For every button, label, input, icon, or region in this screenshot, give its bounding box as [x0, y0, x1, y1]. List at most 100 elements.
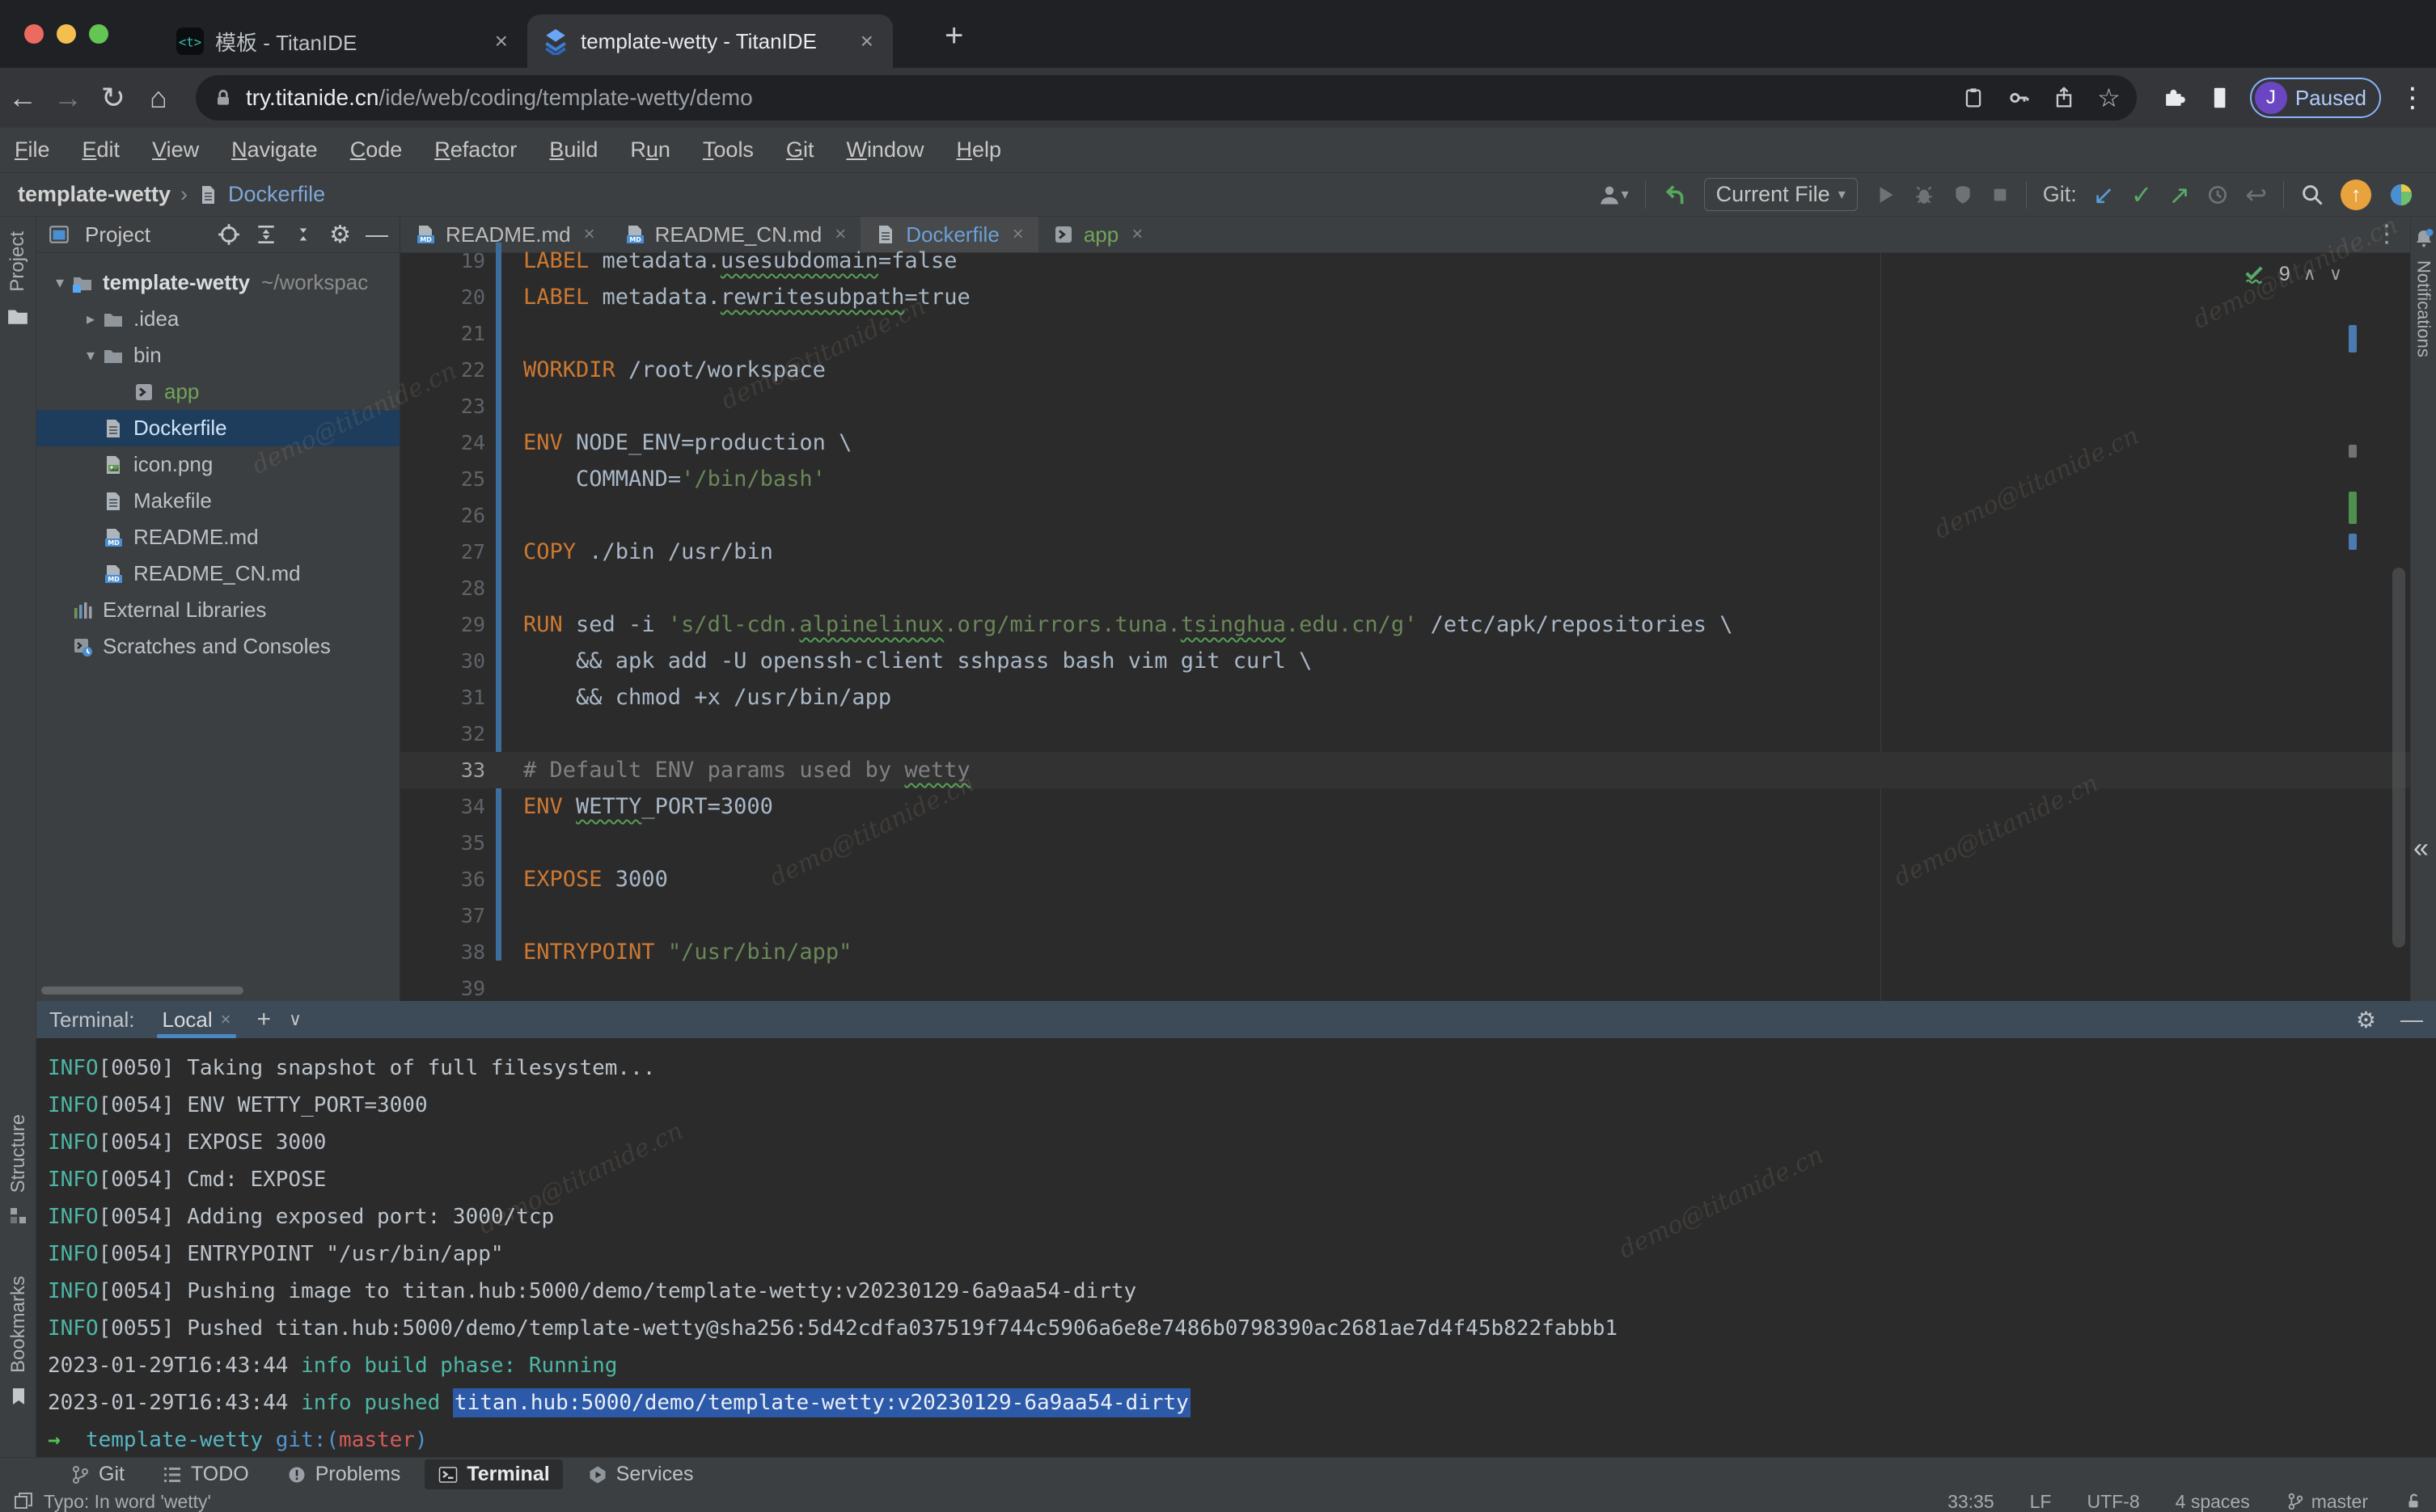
breadcrumb-project[interactable]: template-wetty — [18, 182, 171, 207]
tool-window-button-git[interactable]: Git — [57, 1459, 137, 1489]
password-key-icon[interactable] — [2007, 86, 2031, 110]
browser-tab[interactable]: template-wetty - TitanIDE× — [527, 15, 893, 68]
code-line[interactable]: 32 — [400, 716, 2410, 752]
tool-window-button-terminal[interactable]: Terminal — [425, 1459, 562, 1489]
breadcrumb-file[interactable]: Dockerfile — [228, 182, 325, 207]
menu-tools[interactable]: Tools — [703, 137, 754, 163]
code-line[interactable]: 23 — [400, 388, 2410, 424]
bookmark-star-icon[interactable]: ☆ — [2097, 82, 2121, 113]
extensions-puzzle-icon[interactable] — [2161, 85, 2187, 111]
file-encoding[interactable]: UTF-8 — [2087, 1491, 2139, 1512]
ide-sphere-icon[interactable] — [2387, 181, 2415, 209]
tool-window-button-todo[interactable]: TODO — [149, 1459, 262, 1489]
close-tab-icon[interactable]: × — [856, 28, 878, 54]
next-problem-icon[interactable]: ∨ — [2329, 264, 2342, 285]
tree-item-readme-cn-md[interactable]: MDREADME_CN.md — [36, 555, 400, 592]
code-line[interactable]: 28 — [400, 570, 2410, 606]
git-branch-widget[interactable]: master — [2286, 1491, 2368, 1512]
notifications-label[interactable]: Notifications — [2413, 260, 2434, 357]
locate-file-icon[interactable] — [218, 223, 240, 246]
code-line[interactable]: 29RUN sed -i 's/dl-cdn.alpinelinux.org/m… — [400, 606, 2410, 643]
chevron-down-icon[interactable]: ▾ — [48, 272, 72, 293]
git-push-icon[interactable]: ↗ — [2168, 179, 2190, 210]
code-line[interactable]: 22WORKDIR /root/workspace — [400, 352, 2410, 388]
editor-scrollbar[interactable] — [2392, 568, 2405, 948]
run-configuration-select[interactable]: Current File▾ — [1704, 178, 1858, 211]
coverage-icon[interactable] — [1952, 184, 1974, 206]
code-line[interactable]: 36EXPOSE 3000 — [400, 861, 2410, 897]
prev-problem-icon[interactable]: ∧ — [2303, 264, 2316, 285]
code-line[interactable]: 24ENV NODE_ENV=production \ — [400, 424, 2410, 461]
new-terminal-session-icon[interactable]: + — [257, 1006, 272, 1033]
tree-item-bin[interactable]: ▾bin — [36, 337, 400, 374]
home-button[interactable]: ⌂ — [136, 81, 181, 115]
url-bar[interactable]: try.titanide.cn/ide/web/coding/template-… — [196, 75, 2137, 120]
error-stripe-mark[interactable] — [2349, 325, 2357, 353]
minimize-window-button[interactable] — [57, 24, 76, 44]
unlock-icon[interactable] — [2404, 1492, 2423, 1511]
terminal-dropdown-icon[interactable]: ∨ — [289, 1009, 302, 1030]
project-tool-button[interactable]: Project — [0, 231, 36, 327]
tree-item-icon-png[interactable]: icon.png — [36, 446, 400, 483]
code-line[interactable]: 34ENV WETTY_PORT=3000 — [400, 788, 2410, 825]
editor-body[interactable]: 19LABEL metadata.usesubdomain=false20LAB… — [400, 252, 2410, 1001]
code-line[interactable]: 33# Default ENV params used by wetty — [400, 752, 2410, 788]
chevron-down-icon[interactable]: ▾ — [78, 345, 103, 365]
share-icon[interactable] — [2052, 86, 2076, 110]
terminal-output[interactable]: INFO[0050] Taking snapshot of full files… — [36, 1038, 2436, 1459]
code-line[interactable]: 26 — [400, 497, 2410, 534]
expand-all-icon[interactable] — [255, 223, 277, 246]
tree-item-template-wetty[interactable]: ▾template-wetty~/workspac — [36, 264, 400, 301]
line-ending[interactable]: LF — [2030, 1491, 2052, 1512]
git-commit-icon[interactable]: ✓ — [2131, 179, 2153, 210]
browser-tab[interactable]: <t>模板 - TitanIDE× — [162, 15, 527, 68]
browser-menu-icon[interactable]: ⋮ — [2399, 82, 2426, 114]
debug-bug-icon[interactable] — [1913, 184, 1935, 206]
close-window-button[interactable] — [24, 24, 44, 44]
code-line[interactable]: 38ENTRYPOINT "/usr/bin/app" — [400, 934, 2410, 970]
clipboard-icon[interactable] — [1961, 86, 1986, 110]
menu-navigate[interactable]: Navigate — [231, 137, 318, 163]
code-line[interactable]: 39 — [400, 970, 2410, 1001]
side-panel-icon[interactable] — [2206, 85, 2232, 111]
hide-terminal-icon[interactable]: — — [2400, 1007, 2423, 1033]
rollback-arrow-icon[interactable] — [1662, 182, 1688, 208]
zoom-window-button[interactable] — [89, 24, 108, 44]
code-line[interactable]: 35 — [400, 825, 2410, 861]
inspections-widget[interactable]: 9 ∧ ∨ — [2242, 262, 2342, 286]
indent-setting[interactable]: 4 spaces — [2176, 1491, 2250, 1512]
structure-tool-button[interactable]: Structure — [0, 1114, 36, 1227]
tree-item-external-libraries[interactable]: External Libraries — [36, 592, 400, 628]
tree-item-dockerfile[interactable]: Dockerfile — [36, 410, 400, 446]
panel-settings-gear-icon[interactable]: ⚙ — [329, 221, 351, 249]
tree-item-readme-md[interactable]: MDREADME.md — [36, 519, 400, 555]
chevron-right-icon[interactable]: ▸ — [78, 309, 103, 329]
stop-button[interactable] — [1990, 185, 2010, 205]
error-stripe-mark[interactable] — [2349, 445, 2357, 458]
close-terminal-tab-icon[interactable]: × — [221, 1009, 231, 1030]
git-update-icon[interactable]: ↙ — [2093, 179, 2115, 210]
menu-file[interactable]: File — [15, 137, 50, 163]
code-line[interactable]: 37 — [400, 897, 2410, 934]
menu-build[interactable]: Build — [549, 137, 598, 163]
collapse-all-icon[interactable] — [292, 223, 315, 246]
forward-button[interactable]: → — [45, 81, 91, 115]
status-windows-icon[interactable] — [13, 1491, 34, 1512]
menu-edit[interactable]: Edit — [82, 137, 121, 163]
new-tab-button[interactable]: + — [945, 18, 963, 54]
tree-item--idea[interactable]: ▸.idea — [36, 301, 400, 337]
run-button[interactable] — [1874, 184, 1897, 206]
code-line[interactable]: 31 && chmod +x /usr/bin/app — [400, 679, 2410, 716]
user-icon[interactable]: ▾ — [1597, 183, 1629, 207]
error-stripe-mark[interactable] — [2349, 492, 2357, 524]
menu-git[interactable]: Git — [786, 137, 814, 163]
bookmarks-tool-button[interactable]: Bookmarks — [0, 1276, 36, 1407]
menu-refactor[interactable]: Refactor — [434, 137, 517, 163]
menu-run[interactable]: Run — [630, 137, 670, 163]
back-button[interactable]: ← — [0, 81, 45, 115]
code-line[interactable]: 30 && apk add -U openssh-client sshpass … — [400, 643, 2410, 679]
profile-chip[interactable]: J Paused — [2250, 78, 2381, 118]
menu-help[interactable]: Help — [956, 137, 1001, 163]
code-line[interactable]: 27COPY ./bin /usr/bin — [400, 534, 2410, 570]
hidden-panel-handle-icon[interactable]: « — [2413, 833, 2429, 864]
